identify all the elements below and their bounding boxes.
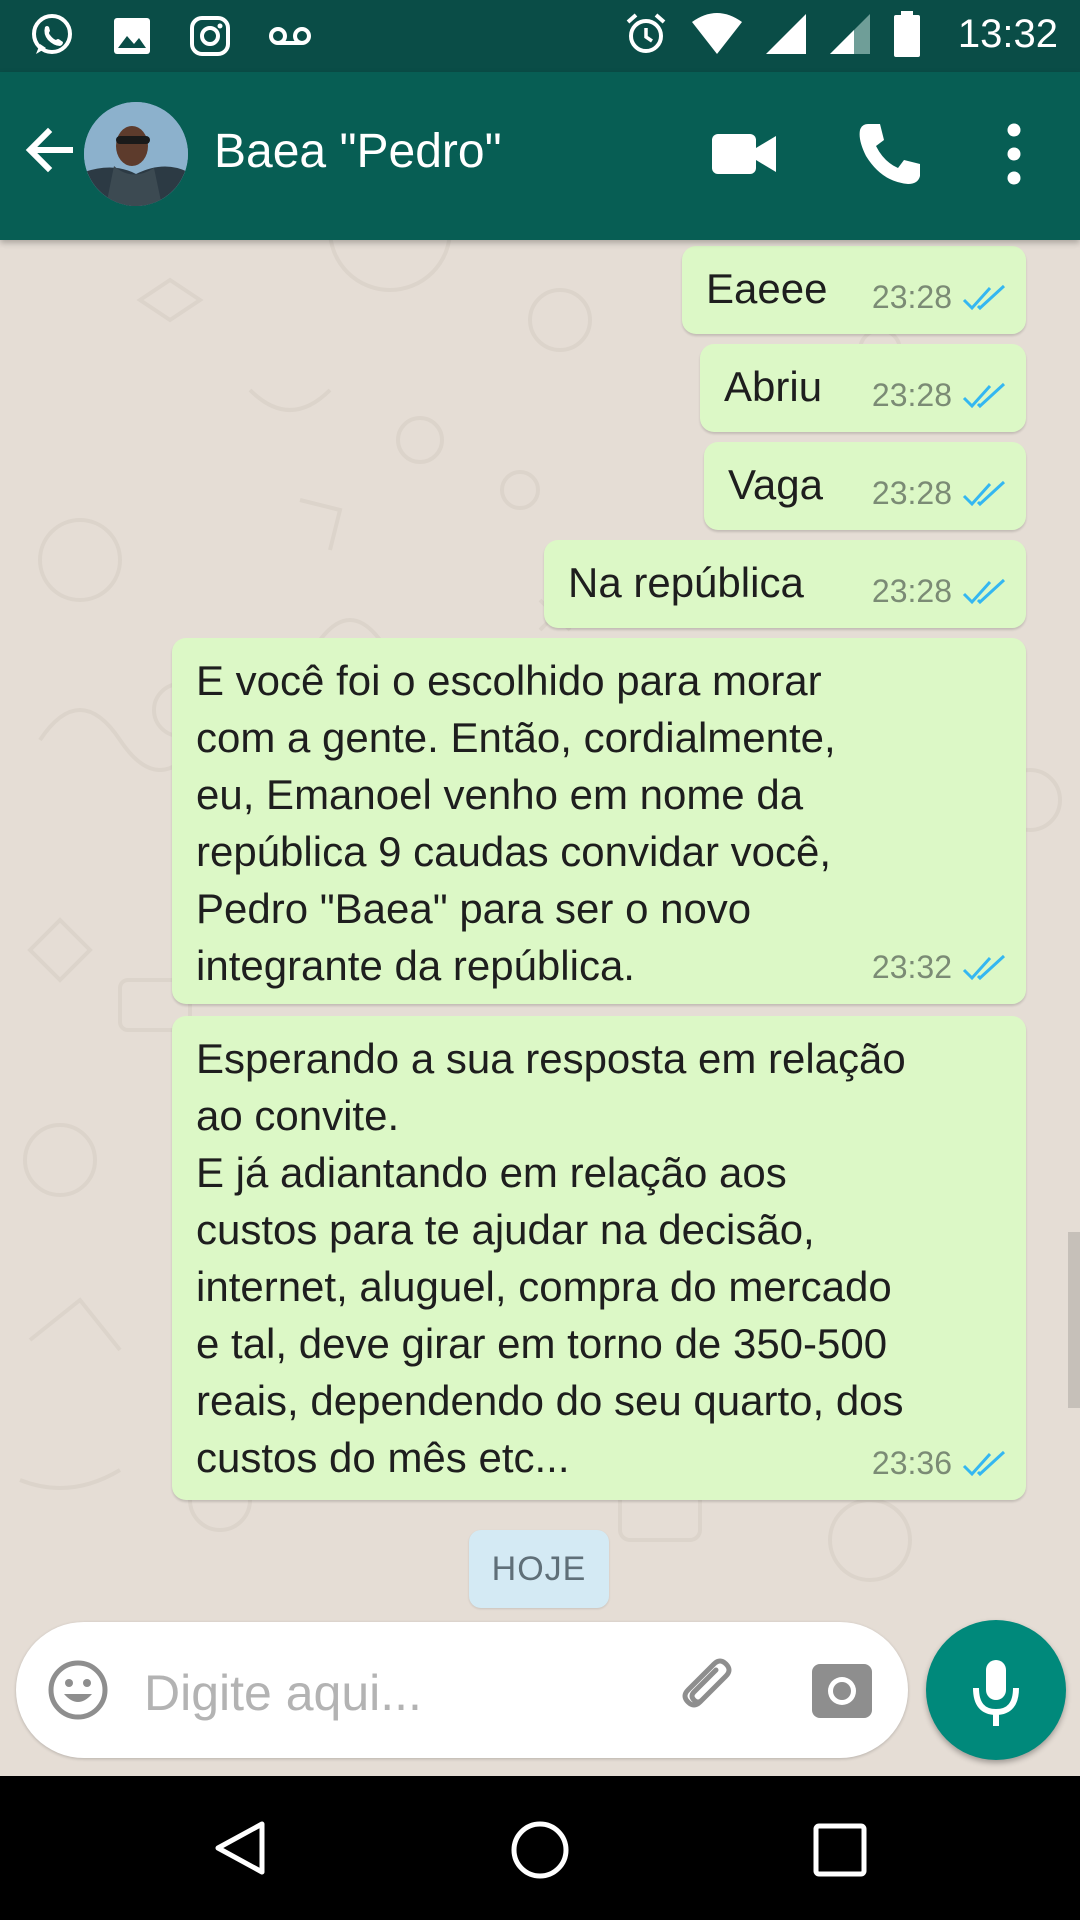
whatsapp-icon: [32, 14, 72, 54]
message-bubble-outgoing[interactable]: Na república 23:28: [544, 540, 1026, 628]
mic-icon: [973, 1660, 1019, 1726]
message-meta: 23:32: [872, 949, 1008, 986]
more-vert-icon[interactable]: [976, 116, 1052, 192]
avatar[interactable]: [84, 102, 188, 206]
contact-name[interactable]: Baea "Pedro": [214, 124, 502, 179]
video-call-icon[interactable]: [706, 116, 782, 192]
message-bubble-outgoing[interactable]: Esperando a sua resposta em relação ao c…: [172, 1016, 1026, 1500]
message-meta: 23:28: [872, 279, 1008, 316]
alarm-icon: [626, 13, 666, 53]
date-divider: HOJE: [469, 1530, 609, 1608]
message-time: 23:28: [871, 377, 952, 413]
back-arrow-icon[interactable]: [20, 120, 80, 180]
message-meta: 23:28: [872, 573, 1008, 610]
message-time: 23:32: [871, 949, 952, 985]
clock: 13:32: [957, 11, 1058, 56]
nav-back-icon[interactable]: [210, 1818, 270, 1878]
message-text: Eaeee: [706, 265, 828, 312]
message-time: 23:28: [871, 573, 952, 609]
signal-icon: [765, 14, 806, 54]
nav-recents-icon[interactable]: [812, 1822, 868, 1878]
message-bubble-outgoing[interactable]: Abriu 23:28: [700, 344, 1026, 432]
message-bubble-outgoing[interactable]: E você foi o escolhido para morar com a …: [172, 638, 1026, 1004]
scrollbar[interactable]: [1068, 1232, 1080, 1408]
wifi-icon: [691, 13, 742, 54]
battery-icon: [893, 11, 920, 57]
message-text: Abriu: [724, 363, 823, 410]
phone-icon[interactable]: [852, 116, 928, 192]
message-time: 23:28: [871, 475, 952, 511]
message-composer[interactable]: Digite aqui...: [16, 1622, 908, 1758]
emoji-icon[interactable]: [46, 1658, 110, 1722]
nav-home-icon[interactable]: [508, 1818, 572, 1882]
status-bar: 13:32: [0, 0, 1080, 72]
read-receipt-icon: [962, 954, 1006, 980]
signal-weak-icon: [829, 14, 870, 54]
read-receipt-icon: [962, 480, 1006, 506]
message-bubble-outgoing[interactable]: Eaeee 23:28: [682, 246, 1026, 334]
read-receipt-icon: [962, 1450, 1006, 1476]
message-time: 23:28: [871, 279, 952, 315]
conversation[interactable]: Eaeee 23:28 Abriu 23:28 Vaga 23:28 Na re…: [0, 240, 1080, 1624]
instagram-icon: [190, 16, 230, 56]
system-nav-bar: [0, 1776, 1080, 1920]
read-receipt-icon: [962, 578, 1006, 604]
message-input[interactable]: Digite aqui...: [144, 1664, 422, 1722]
attach-icon[interactable]: [676, 1656, 746, 1726]
message-bubble-outgoing[interactable]: Vaga 23:28: [704, 442, 1026, 530]
message-meta: 23:28: [872, 475, 1008, 512]
message-text: E você foi o escolhido para morar com a …: [196, 657, 836, 989]
read-receipt-icon: [962, 284, 1006, 310]
voice-message-button[interactable]: [926, 1620, 1066, 1760]
camera-icon[interactable]: [810, 1660, 874, 1720]
message-text: Esperando a sua resposta em relação ao c…: [196, 1035, 906, 1481]
voicemail-icon: [269, 27, 311, 45]
message-meta: 23:28: [872, 377, 1008, 414]
message-meta: 23:36: [872, 1445, 1008, 1482]
message-text: Na república: [568, 559, 804, 606]
image-icon: [114, 18, 150, 54]
message-time: 23:36: [871, 1445, 952, 1481]
read-receipt-icon: [962, 382, 1006, 408]
chat-header: Baea "Pedro": [0, 72, 1080, 240]
message-text: Vaga: [728, 461, 823, 508]
